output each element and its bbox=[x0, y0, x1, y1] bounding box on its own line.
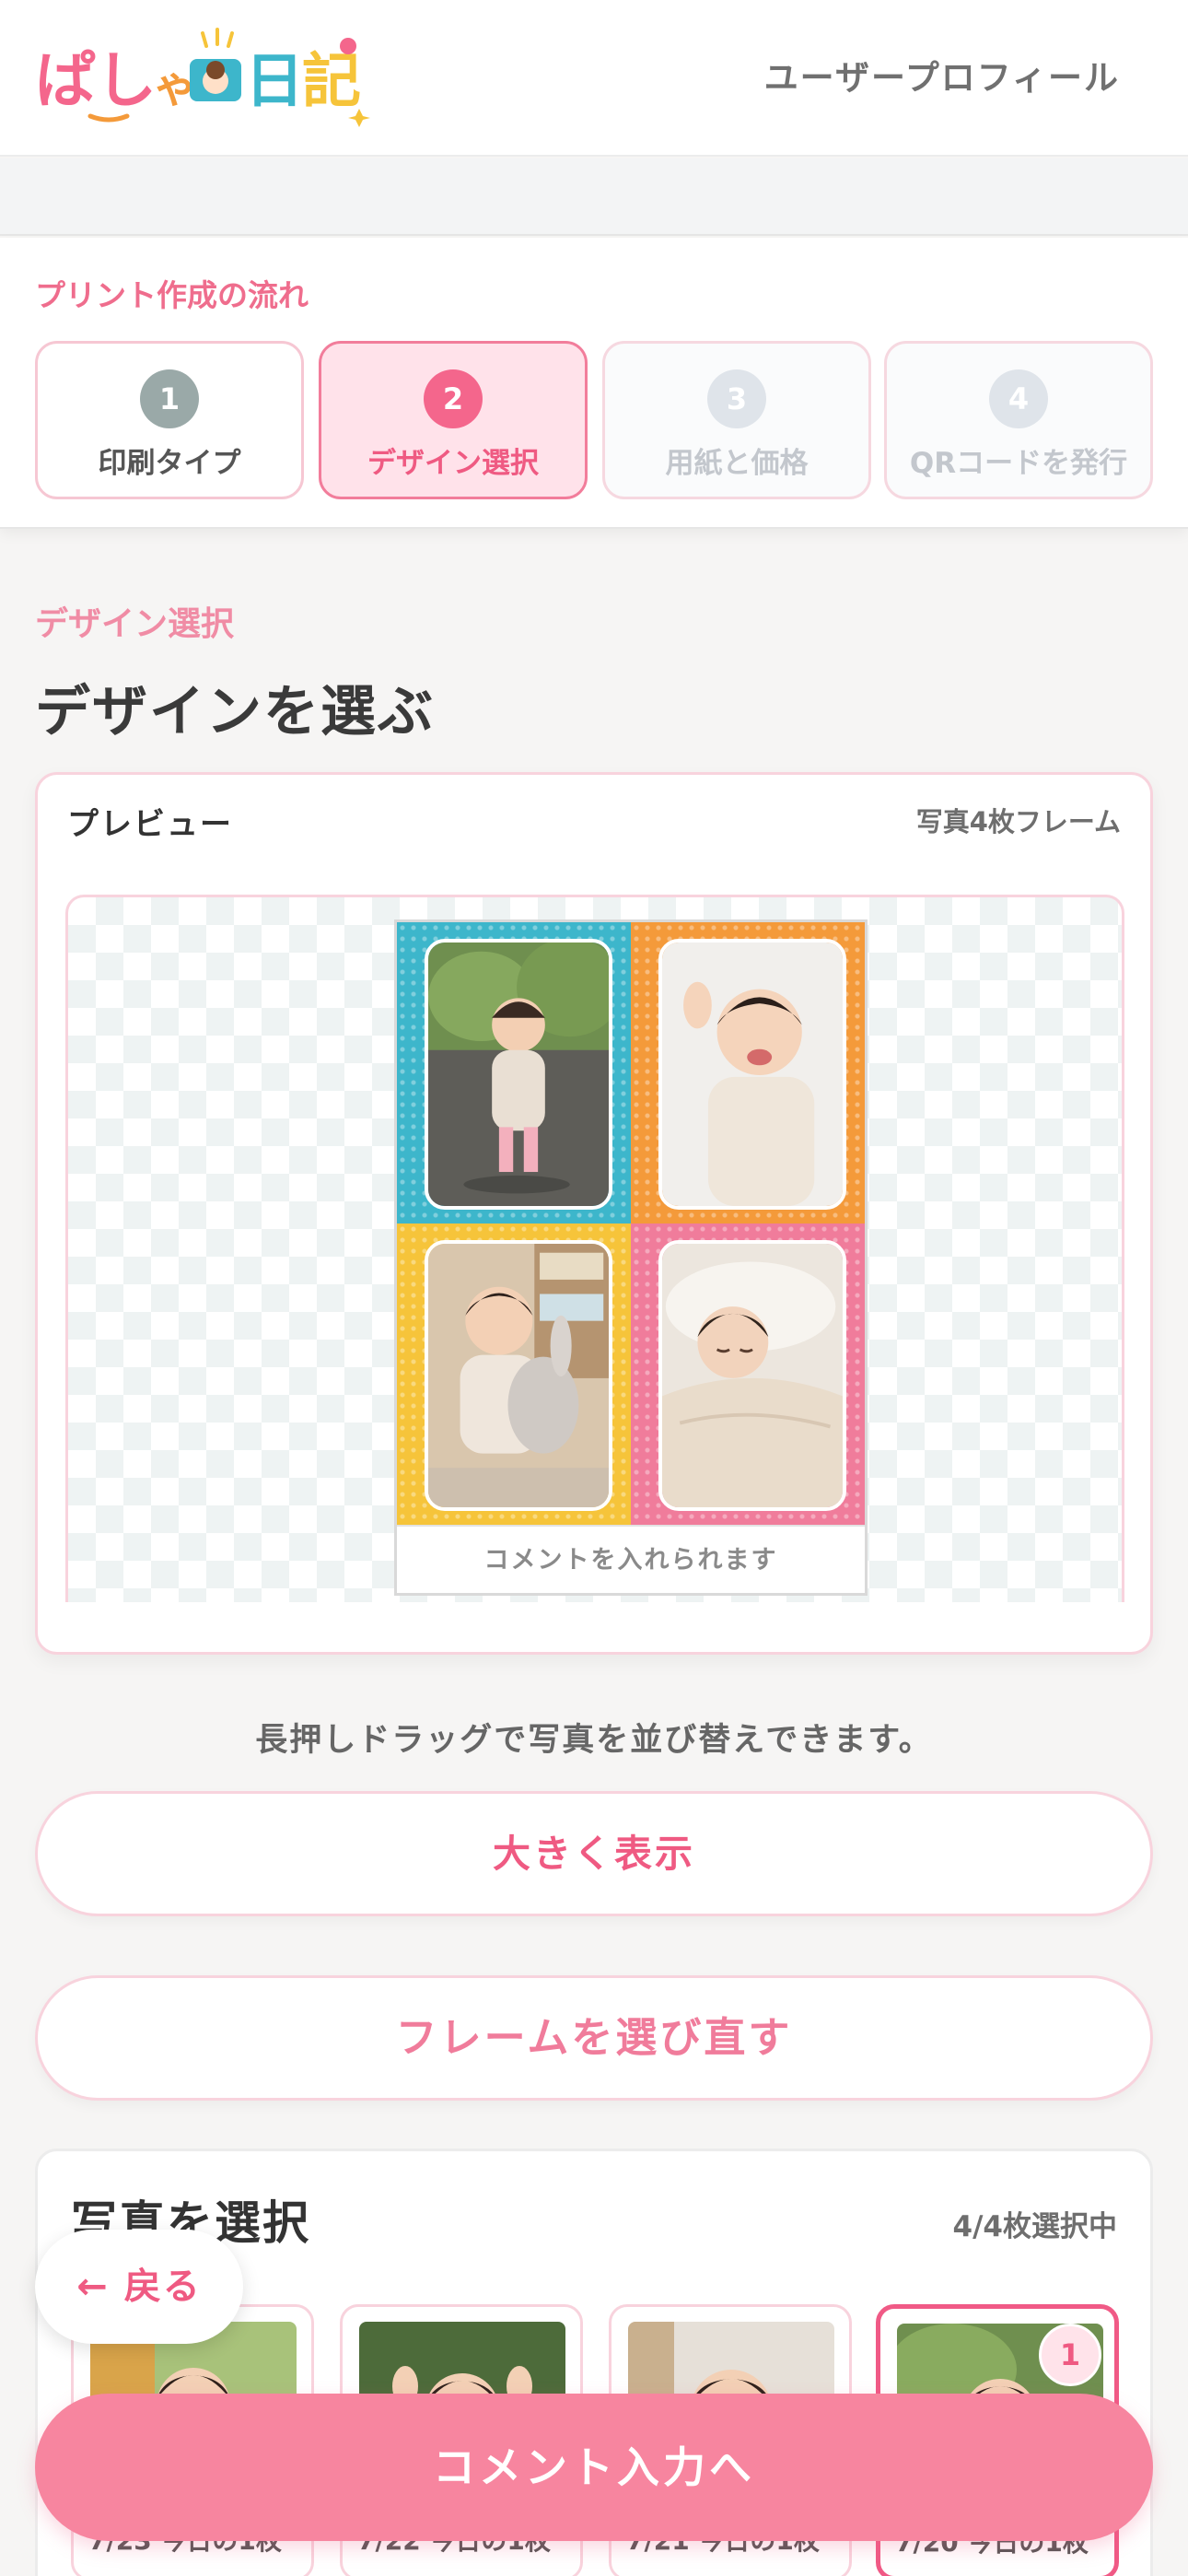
frame-slot-3[interactable] bbox=[397, 1224, 631, 1525]
step-number: 1 bbox=[140, 369, 199, 428]
baby-photo-puddle[interactable] bbox=[425, 939, 612, 1210]
selection-order-badge: 1 bbox=[1039, 2324, 1101, 2386]
app-logo[interactable]: ぱし ゃ 日 記 bbox=[35, 28, 376, 129]
back-button[interactable]: ← 戻る bbox=[35, 2230, 243, 2344]
enlarge-button[interactable]: 大きく表示 bbox=[35, 1791, 1153, 1916]
step-label: 印刷タイプ bbox=[98, 447, 241, 480]
photo-select-count: 4/4枚選択中 bbox=[952, 2210, 1117, 2243]
step-paper-price: 3 用紙と価格 bbox=[602, 341, 871, 499]
frame-slot-4[interactable] bbox=[631, 1224, 865, 1525]
step-qr-issue: 4 QRコードを発行 bbox=[884, 341, 1153, 499]
reselect-frame-button[interactable]: フレームを選び直す bbox=[35, 1975, 1153, 2101]
step-label: 用紙と価格 bbox=[665, 447, 809, 480]
preview-label: プレビュー bbox=[67, 806, 233, 843]
next-comment-button[interactable]: コメント入力へ bbox=[35, 2394, 1153, 2541]
step-print-type[interactable]: 1 印刷タイプ bbox=[35, 341, 304, 499]
step-number: 2 bbox=[424, 369, 483, 428]
app-header: ぱし ゃ 日 記 ユーザープロフィール bbox=[0, 0, 1188, 157]
frame-slot-1[interactable] bbox=[397, 922, 631, 1224]
baby-photo-bunny[interactable] bbox=[425, 1240, 612, 1511]
baby-photo-waving[interactable] bbox=[658, 939, 846, 1210]
page-title: デザインを選ぶ bbox=[35, 680, 435, 744]
baby-photo-sleeping[interactable] bbox=[658, 1240, 846, 1511]
section-label: デザイン選択 bbox=[35, 605, 235, 643]
photo-frame: コメントを入れられます bbox=[394, 919, 868, 1596]
preview-card: プレビュー 写真4枚フレーム コメントを入れられます bbox=[35, 772, 1153, 1655]
step-label: QRコードを発行 bbox=[909, 447, 1128, 480]
svg-text:記: 記 bbox=[302, 48, 361, 116]
reorder-hint: 長押しドラッグで写真を並び替えできます。 bbox=[255, 1722, 933, 1759]
step-design-select[interactable]: 2 デザイン選択 bbox=[319, 341, 588, 499]
svg-text:ぱし: ぱし bbox=[35, 45, 157, 116]
sub-toolbar bbox=[0, 158, 1188, 236]
frame-name: 写真4枚フレーム bbox=[915, 806, 1121, 837]
frame-slot-2[interactable] bbox=[631, 922, 865, 1224]
frame-comment-area[interactable]: コメントを入れられます bbox=[397, 1525, 865, 1593]
step-number: 3 bbox=[707, 369, 766, 428]
user-profile-link[interactable]: ユーザープロフィール bbox=[764, 50, 1120, 100]
print-flow-steps: プリント作成の流れ 1 印刷タイプ 2 デザイン選択 3 用紙と価格 4 QRコ… bbox=[0, 238, 1188, 529]
preview-canvas: コメントを入れられます bbox=[65, 895, 1124, 1602]
step-number: 4 bbox=[989, 369, 1048, 428]
svg-text:日: 日 bbox=[245, 48, 304, 116]
steps-title: プリント作成の流れ bbox=[35, 277, 309, 313]
step-label: デザイン選択 bbox=[367, 447, 539, 480]
